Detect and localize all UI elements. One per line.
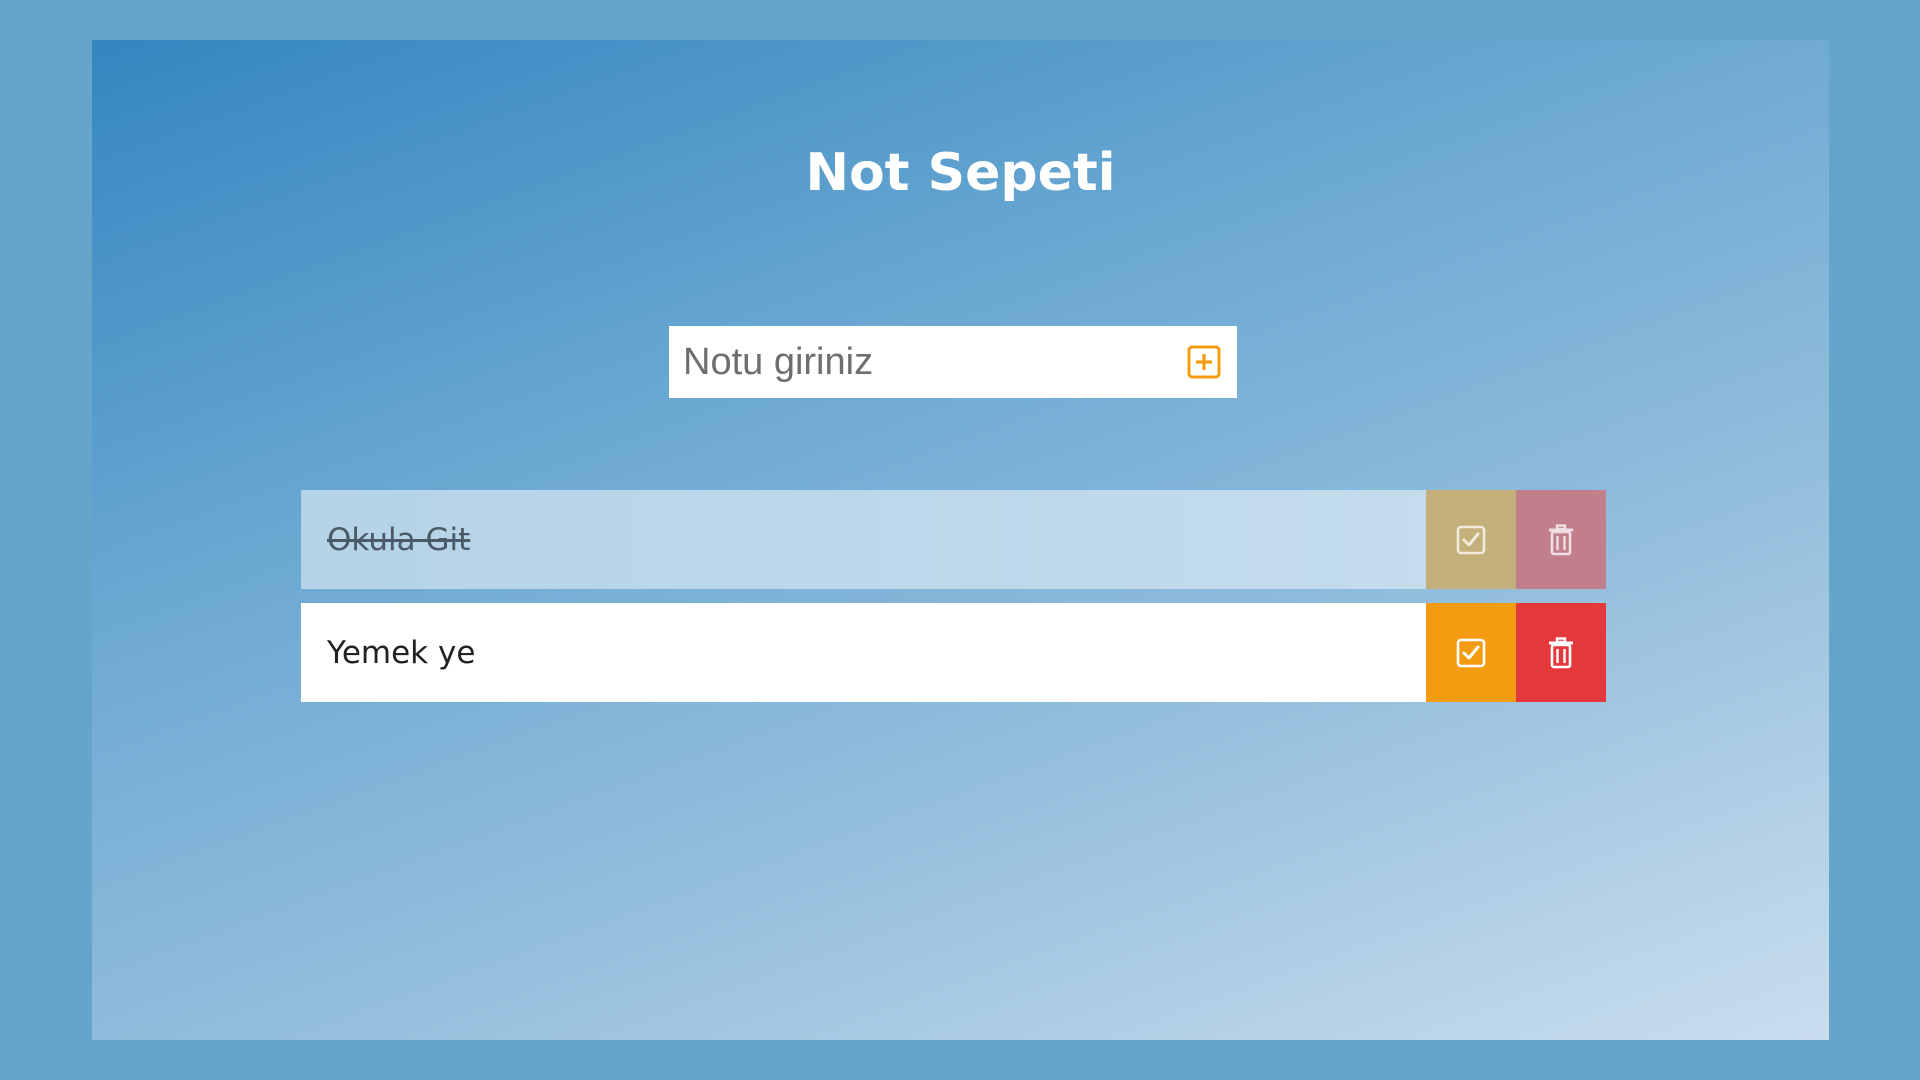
todo-item: Yemek ye	[301, 603, 1606, 702]
todo-item: Okula Git	[301, 490, 1606, 589]
trash-icon	[1549, 636, 1573, 668]
todo-text[interactable]: Okula Git	[301, 490, 1426, 589]
delete-button[interactable]	[1516, 490, 1606, 589]
check-square-icon	[1456, 525, 1486, 554]
plus-square-icon	[1187, 345, 1221, 379]
todo-list: Okula Git Yemek ye	[301, 490, 1606, 716]
page-title: Not Sepeti	[805, 142, 1116, 203]
add-note-button[interactable]	[1187, 345, 1221, 379]
check-square-icon	[1456, 638, 1486, 667]
trash-icon	[1549, 523, 1573, 555]
add-note-form	[669, 326, 1237, 398]
complete-button[interactable]	[1426, 603, 1516, 702]
note-input[interactable]	[669, 326, 1187, 398]
todo-text[interactable]: Yemek ye	[301, 603, 1426, 702]
complete-button[interactable]	[1426, 490, 1516, 589]
delete-button[interactable]	[1516, 603, 1606, 702]
app-container: Not Sepeti Okula Git	[92, 40, 1829, 1040]
